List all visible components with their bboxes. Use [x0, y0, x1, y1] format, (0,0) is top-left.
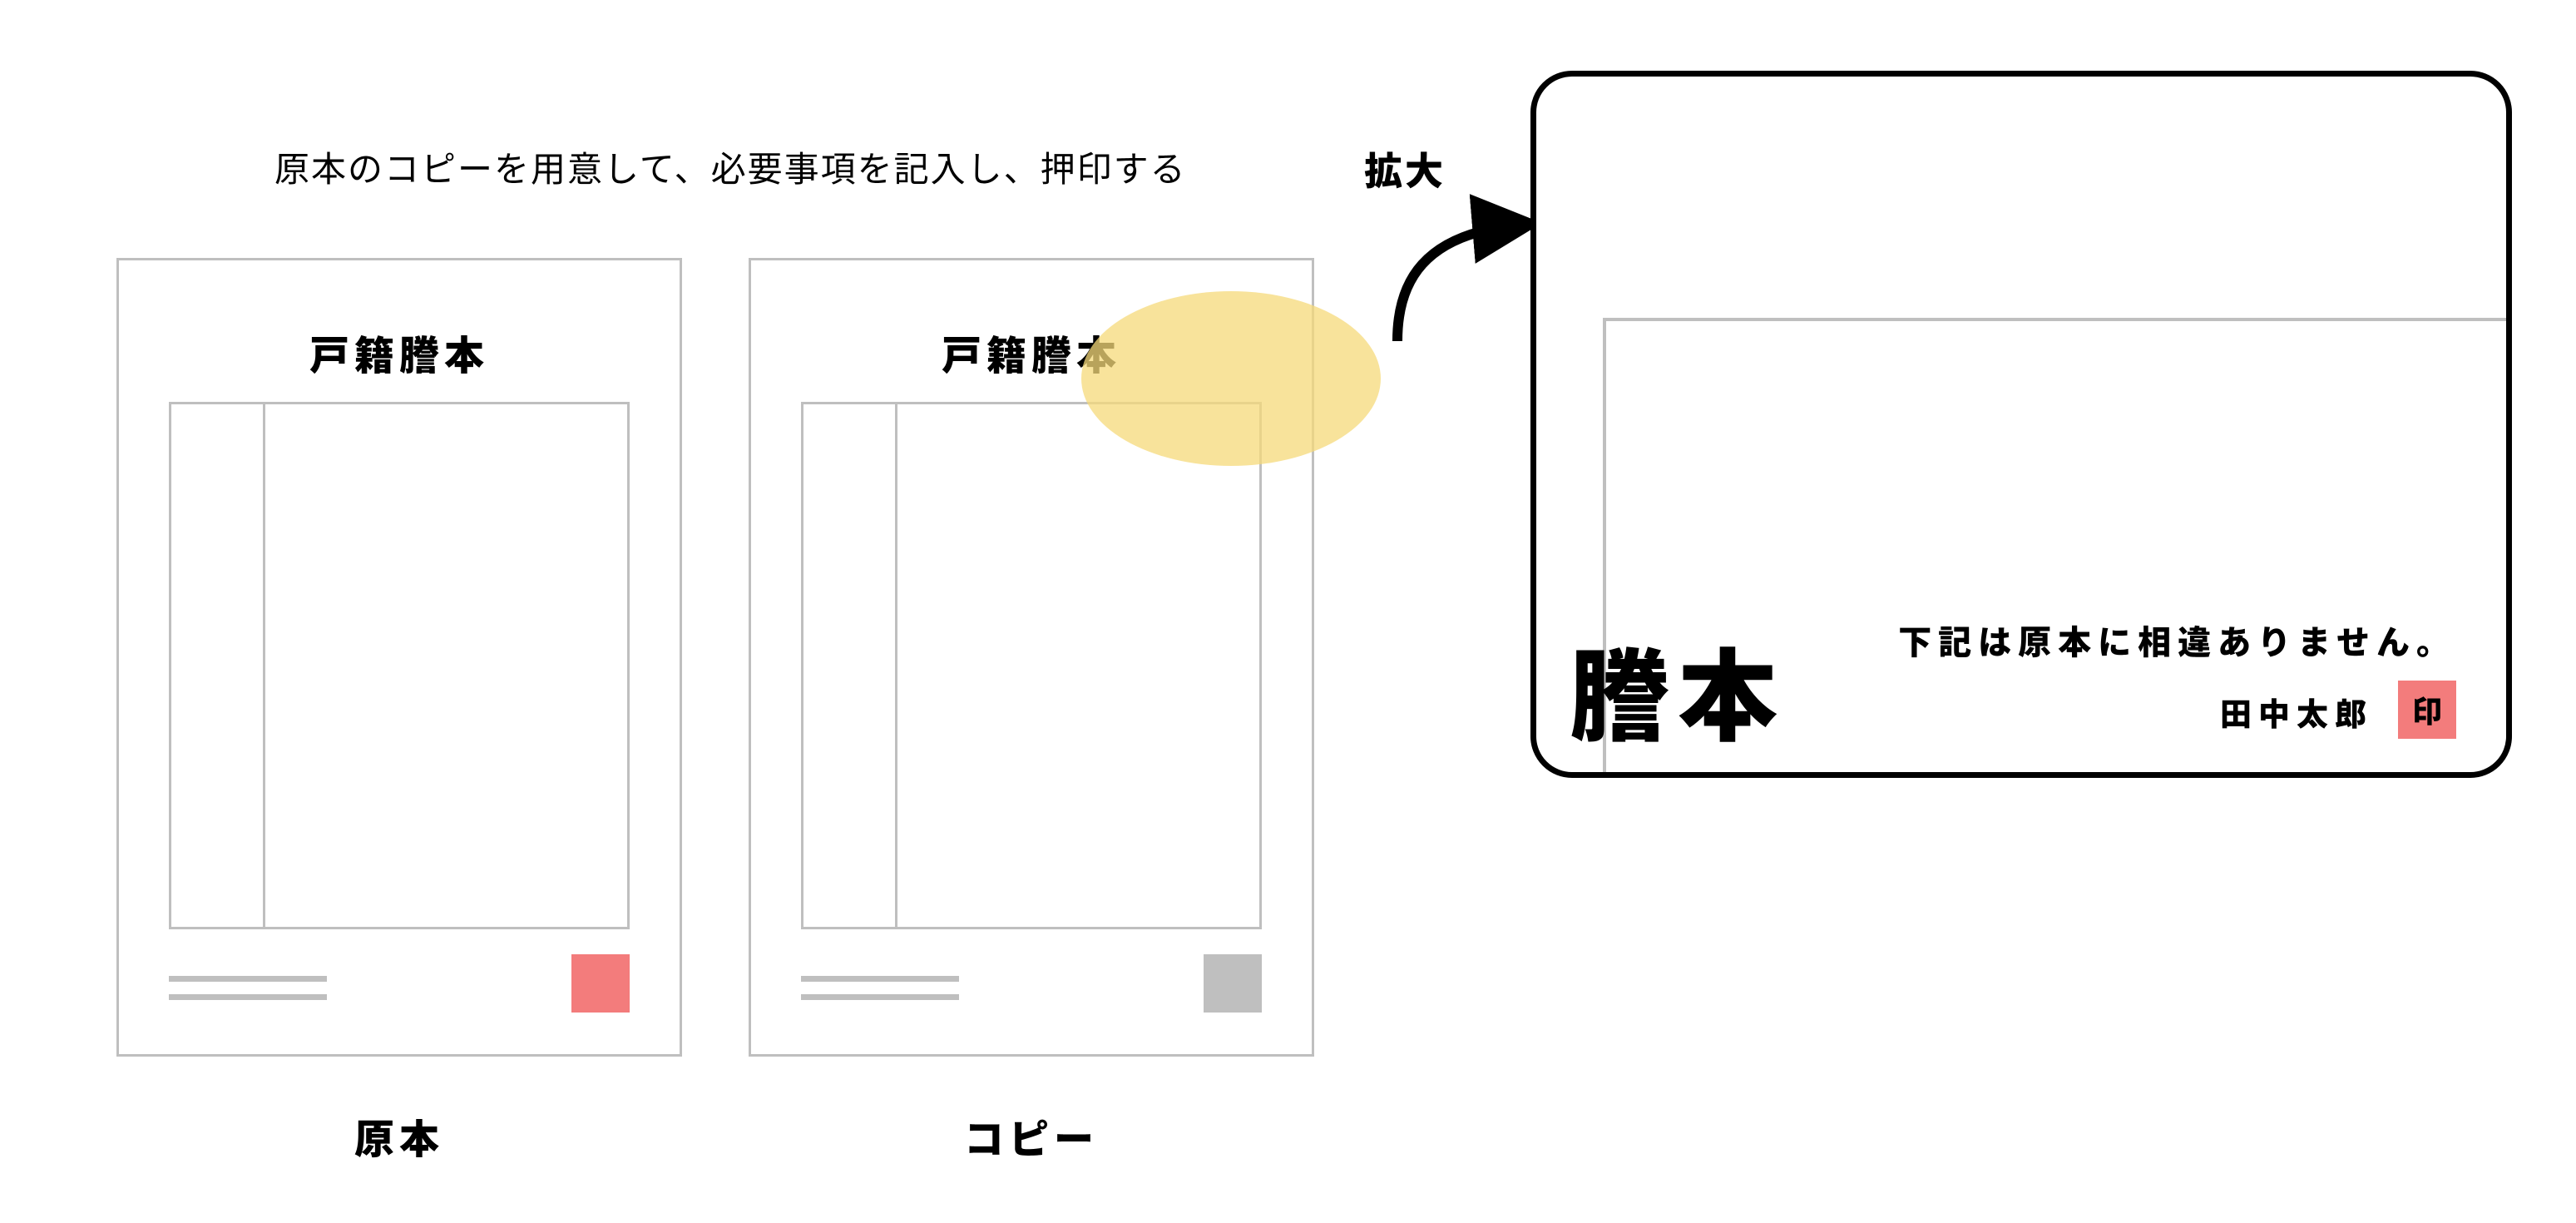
divider-line — [263, 404, 265, 927]
seal-stamp-red-icon — [571, 954, 630, 1013]
document-original: 戸籍謄本 — [116, 258, 682, 1057]
document-copy-body — [801, 402, 1262, 929]
document-copy-caption: コピー — [749, 1107, 1314, 1165]
diagram-root: 原本のコピーを用意して、必要事項を記入し、押印する 戸籍謄本 原本 戸籍謄本 コ… — [0, 0, 2576, 1223]
zoom-signer-name: 田中太郎 — [2220, 689, 2373, 735]
zoom-seal-stamp-icon: 印 — [2398, 681, 2456, 739]
zoom-certification-statement: 下記は原本に相違ありません。 — [1898, 616, 2456, 664]
seal-stamp-gray-icon — [1204, 954, 1262, 1013]
curved-arrow-icon — [1372, 183, 1555, 349]
document-copy-footer-lines — [801, 976, 959, 1013]
footer-line — [169, 976, 327, 982]
zoom-panel: 謄本 下記は原本に相違ありません。 田中太郎 印 — [1530, 71, 2512, 778]
footer-line — [801, 994, 959, 1000]
footer-line — [169, 994, 327, 1000]
footer-line — [801, 976, 959, 982]
highlight-ellipse-icon — [1081, 291, 1381, 466]
document-original-title: 戸籍謄本 — [119, 323, 680, 381]
document-original-footer-lines — [169, 976, 327, 1013]
divider-line — [895, 404, 897, 927]
zoom-seal-char: 印 — [2412, 688, 2442, 731]
zoom-title-fragment: 謄本 — [1570, 639, 1786, 739]
instruction-text: 原本のコピーを用意して、必要事項を記入し、押印する — [274, 141, 1187, 192]
document-original-body — [169, 402, 630, 929]
zoom-label: 拡大 — [1364, 141, 1446, 196]
document-original-caption: 原本 — [116, 1107, 682, 1165]
